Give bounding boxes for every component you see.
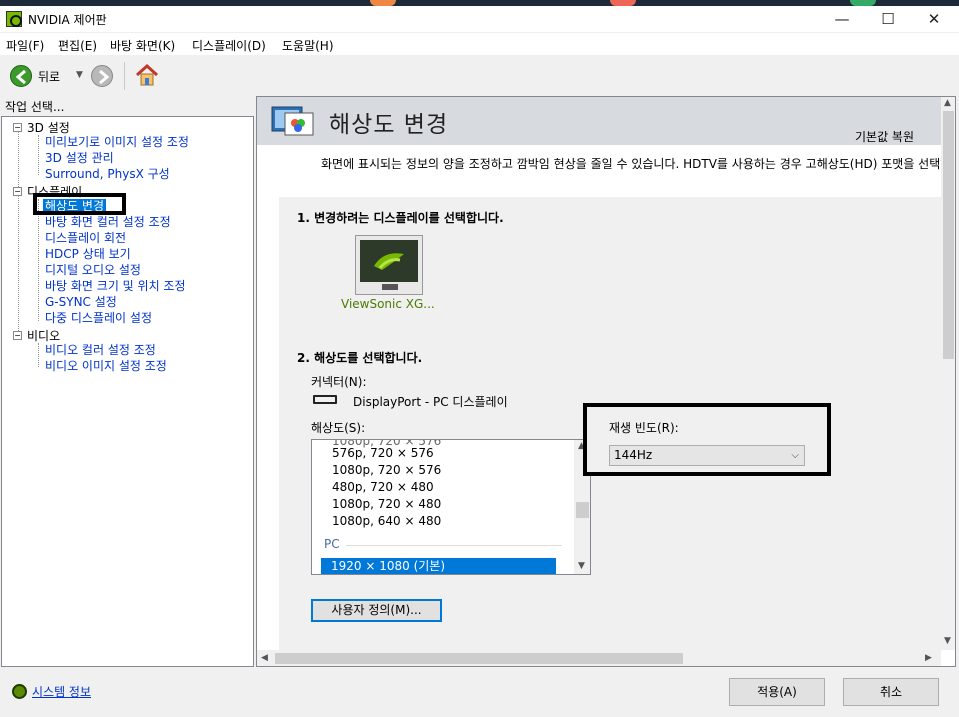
vertical-scrollbar[interactable]: ▲ ▼ (941, 97, 955, 650)
tree-item-gsync[interactable]: G-SYNC 설정 (45, 293, 117, 310)
forward-button[interactable] (91, 65, 113, 87)
menu-edit[interactable]: 편집(E) (58, 37, 97, 54)
nvidia-app-icon (6, 11, 22, 27)
back-label[interactable]: 뒤로 (38, 68, 60, 85)
group-divider (346, 545, 562, 546)
maximize-button[interactable]: ☐ (865, 6, 911, 32)
system-info-link[interactable]: 시스템 정보 (32, 683, 91, 700)
menu-bar: 파일(F) 편집(E) 바탕 화면(K) 디스플레이(D) 도움말(H) (0, 33, 959, 55)
page-header: 해상도 변경 기본값 복원 (257, 97, 941, 145)
close-button[interactable]: ✕ (911, 6, 957, 32)
display-name[interactable]: ViewSonic XG... (341, 297, 435, 311)
arrow-left-icon (15, 69, 26, 85)
resolution-list[interactable]: 1080p, 720 × 576 576p, 720 × 576 1080p, … (311, 439, 591, 575)
connector-value: DisplayPort - PC 디스플레이 (353, 395, 508, 409)
chevron-down-icon: ⌵ (791, 450, 799, 461)
tree-item-digital-audio[interactable]: 디지털 오디오 설정 (45, 261, 141, 278)
page-description: 화면에 표시되는 정보의 양을 조정하고 깜박임 현상을 줄일 수 있습니다. … (321, 157, 952, 171)
step1-title: 1. 변경하려는 디스플레이를 선택합니다. (297, 211, 504, 225)
menu-display[interactable]: 디스플레이(D) (192, 37, 266, 54)
step2-title: 2. 해상도를 선택합니다. (297, 351, 423, 365)
back-button[interactable] (10, 65, 32, 87)
refresh-rate-group: 재생 빈도(R): 144Hz ⌵ (583, 403, 831, 476)
tree-item-desktop-color[interactable]: 바탕 화면 컬러 설정 조정 (45, 213, 171, 230)
restore-defaults-link[interactable]: 기본값 복원 (855, 128, 914, 145)
window-title: NVIDIA 제어판 (28, 13, 107, 27)
cancel-button[interactable]: 취소 (843, 678, 939, 706)
tree-item-surround-physx[interactable]: Surround, PhysX 구성 (45, 165, 170, 182)
display-selector-viewsonic[interactable] (355, 235, 423, 295)
scroll-right-icon[interactable]: ▶ (925, 653, 932, 663)
home-button[interactable] (134, 62, 160, 88)
minimize-button[interactable]: — (819, 6, 865, 32)
display-settings-icon (271, 105, 315, 139)
refresh-rate-select[interactable]: 144Hz ⌵ (609, 445, 805, 466)
home-icon (135, 63, 159, 86)
annotation-box-resolution (33, 193, 126, 215)
tree-item-manage-3d[interactable]: 3D 설정 관리 (45, 149, 114, 166)
vertical-scroll-thumb[interactable] (943, 111, 954, 359)
customize-button[interactable]: 사용자 정의(M)... (311, 599, 442, 622)
apply-button[interactable]: 적용(A) (729, 678, 825, 706)
monitor-stand (382, 284, 398, 290)
toolbar-divider (124, 62, 125, 90)
content-pane: 해상도 변경 기본값 복원 화면에 표시되는 정보의 양을 조정하고 깜박임 현… (256, 96, 956, 667)
toolbar: 뒤로 ▼ (0, 56, 959, 94)
connector-label: 커넥터(N): (311, 375, 367, 389)
list-item-selected[interactable]: 1920 × 1080 (기본) (321, 558, 556, 574)
scroll-thumb[interactable] (576, 502, 589, 518)
collapse-video-icon[interactable]: − (13, 331, 22, 340)
task-select-label: 작업 선택... (5, 100, 65, 114)
refresh-rate-value: 144Hz (614, 448, 653, 462)
tree-item-rotate-display[interactable]: 디스플레이 회전 (45, 229, 126, 246)
scroll-up-icon[interactable]: ▲ (944, 98, 951, 108)
collapse-3d-icon[interactable]: − (13, 123, 22, 132)
displayport-icon (313, 395, 337, 404)
horizontal-scrollbar[interactable]: ◀ ▶ (257, 650, 941, 666)
scroll-left-icon[interactable]: ◀ (261, 653, 268, 663)
tree-item-video-color[interactable]: 비디오 컬러 설정 조정 (45, 341, 156, 358)
menu-file[interactable]: 파일(F) (6, 37, 44, 54)
menu-help[interactable]: 도움말(H) (282, 37, 334, 54)
tree-item-hdcp-status[interactable]: HDCP 상태 보기 (45, 245, 131, 262)
resolution-label: 해상도(S): (311, 421, 366, 435)
scroll-down-icon[interactable]: ▼ (578, 561, 585, 571)
tree-item-video-image[interactable]: 비디오 이미지 설정 조정 (45, 357, 167, 374)
horizontal-scroll-thumb[interactable] (275, 653, 683, 664)
scroll-down-icon[interactable]: ▼ (944, 636, 951, 646)
list-item[interactable]: 1080p, 720 × 576 (332, 463, 441, 477)
title-bar: NVIDIA 제어판 — ☐ ✕ (0, 6, 959, 32)
list-group-pc: PC (324, 537, 340, 551)
refresh-rate-label: 재생 빈도(R): (609, 421, 679, 435)
system-info-icon (12, 684, 27, 699)
tree-item-multi-display[interactable]: 다중 디스플레이 설정 (45, 309, 152, 326)
tree-item-preview-image[interactable]: 미리보기로 이미지 설정 조정 (45, 133, 189, 150)
page-title: 해상도 변경 (329, 112, 449, 138)
list-item[interactable]: 480p, 720 × 480 (332, 480, 434, 494)
list-item[interactable]: 1080p, 720 × 480 (332, 497, 441, 511)
monitor-icon (360, 240, 418, 282)
tree-item-desktop-size[interactable]: 바탕 화면 크기 및 위치 조정 (45, 277, 186, 294)
menu-desktop[interactable]: 바탕 화면(K) (110, 37, 175, 54)
collapse-display-icon[interactable]: − (13, 187, 22, 196)
back-history-dropdown-icon[interactable]: ▼ (76, 70, 83, 80)
arrow-right-icon (99, 69, 110, 85)
list-item[interactable]: 576p, 720 × 576 (332, 446, 434, 460)
list-item[interactable]: 1080p, 640 × 480 (332, 514, 441, 528)
